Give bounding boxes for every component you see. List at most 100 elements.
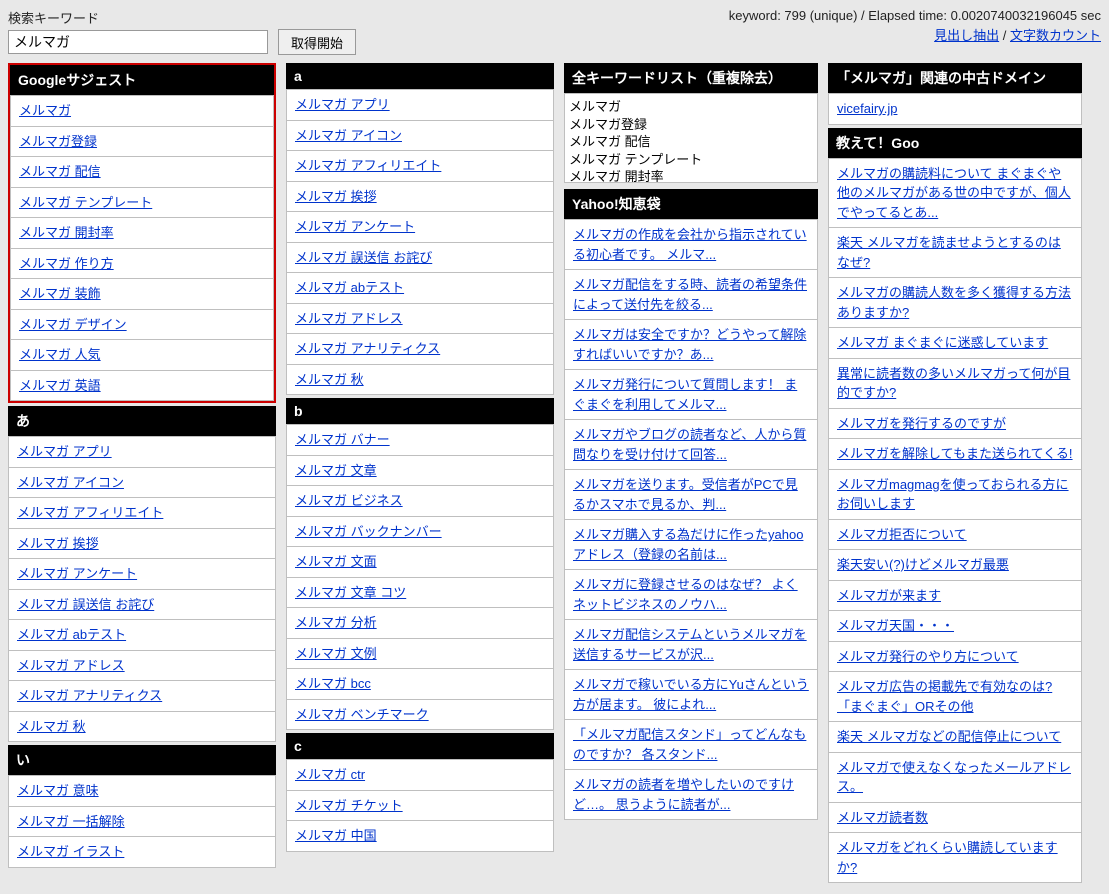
keyword-link[interactable]: メルマガ チケット bbox=[295, 798, 403, 813]
keyword-link[interactable]: メルマガ ビジネス bbox=[295, 493, 403, 508]
keyword-link[interactable]: メルマガで使えなくなったメールアドレス。 bbox=[837, 760, 1071, 795]
list-item: メルマガ 英語 bbox=[10, 371, 274, 402]
keyword-link[interactable]: メルマガ アプリ bbox=[295, 97, 390, 112]
keyword-link[interactable]: メルマガ配信システムというメルマガを送信するサービスが沢... bbox=[573, 627, 807, 662]
keyword-link[interactable]: メルマガ購入する為だけに作ったyahooアドレス（登録の名前は... bbox=[573, 527, 803, 562]
list-item: メルマガ 誤送信 お詫び bbox=[8, 590, 276, 621]
list-item: メルマガの購読人数を多く獲得する方法ありますか? bbox=[828, 278, 1082, 328]
keyword-link[interactable]: メルマガ イラスト bbox=[17, 844, 124, 859]
list-item: メルマガ アイコン bbox=[286, 121, 554, 152]
keyword-link[interactable]: 「メルマガ配信スタンド」ってどんなものですか？ 各スタンド... bbox=[573, 727, 806, 762]
keyword-link[interactable]: メルマガ 中国 bbox=[295, 828, 377, 843]
list-item: メルマガやブログの読者など、人から質問なりを受け付けて回答... bbox=[564, 420, 818, 470]
keyword-link[interactable]: メルマガ まぐまぐに迷惑しています bbox=[837, 335, 1048, 350]
keyword-link[interactable]: メルマガ 秋 bbox=[17, 719, 86, 734]
keyword-link[interactable]: メルマガに登録させるのはなぜ？ よくネットビジネスのノウハ... bbox=[573, 577, 798, 612]
list-item: メルマガの作成を会社から指示されている初心者です。 メルマ... bbox=[564, 219, 818, 270]
keyword-link[interactable]: メルマガ 挨拶 bbox=[295, 189, 377, 204]
keyword-link[interactable]: 楽天 メルマガを読ませようとするのはなぜ? bbox=[837, 235, 1061, 270]
keyword-link[interactable]: メルマガ バックナンバー bbox=[295, 524, 442, 539]
list-item: メルマガ購入する為だけに作ったyahooアドレス（登録の名前は... bbox=[564, 520, 818, 570]
keyword-link[interactable]: メルマガ ctr bbox=[295, 767, 365, 782]
keyword-link[interactable]: メルマガ 人気 bbox=[19, 347, 101, 362]
list-item: メルマガ アナリティクス bbox=[286, 334, 554, 365]
keyword-link[interactable]: メルマガ アイコン bbox=[295, 128, 402, 143]
keyword-link[interactable]: メルマガ アフィリエイト bbox=[295, 158, 441, 173]
keyword-link[interactable]: メルマガ デザイン bbox=[19, 317, 127, 332]
keyword-link[interactable]: メルマガ 誤送信 お詫び bbox=[295, 250, 432, 265]
all-keywords-textarea[interactable] bbox=[564, 93, 818, 183]
keyword-link[interactable]: メルマガを発行するのですが bbox=[837, 416, 1006, 431]
keyword-link[interactable]: メルマガ配信をする時、読者の希望条件によって送付先を絞る... bbox=[573, 277, 807, 312]
keyword-link[interactable]: メルマガ 英語 bbox=[19, 378, 101, 393]
keyword-link[interactable]: 異常に読者数の多いメルマガって何が目的ですか? bbox=[837, 366, 1070, 401]
keyword-link[interactable]: メルマガ アナリティクス bbox=[295, 341, 440, 356]
keyword-link[interactable]: メルマガ abテスト bbox=[17, 627, 126, 642]
keyword-link[interactable]: メルマガmagmagを使っておられる方にお伺いします bbox=[837, 477, 1069, 512]
keyword-link[interactable]: メルマガ アドレス bbox=[17, 658, 125, 673]
keyword-link[interactable]: メルマガやブログの読者など、人から質問なりを受け付けて回答... bbox=[573, 427, 806, 462]
list-item: メルマガ 分析 bbox=[286, 608, 554, 639]
keyword-link[interactable]: メルマガを送ります。受信者がPCで見るかスマホで見るか、判... bbox=[573, 477, 798, 512]
keyword-link[interactable]: メルマガ 配信 bbox=[19, 164, 101, 179]
list-item: メルマガ ベンチマーク bbox=[286, 700, 554, 731]
keyword-link[interactable]: メルマガ 挨拶 bbox=[17, 536, 99, 551]
list-item: メルマガ bcc bbox=[286, 669, 554, 700]
keyword-link[interactable]: メルマガ登録 bbox=[19, 134, 97, 149]
keyword-link[interactable]: メルマガの作成を会社から指示されている初心者です。 メルマ... bbox=[573, 227, 807, 262]
keyword-link[interactable]: メルマガ アフィリエイト bbox=[17, 505, 163, 520]
keyword-link[interactable]: メルマガが来ます bbox=[837, 588, 941, 603]
keyword-link[interactable]: メルマガ アプリ bbox=[17, 444, 112, 459]
keyword-link[interactable]: メルマガ アンケート bbox=[295, 219, 415, 234]
link-charcount[interactable]: 文字数カウント bbox=[1010, 28, 1101, 43]
keyword-link[interactable]: メルマガ天国・・・ bbox=[837, 618, 954, 633]
list-item: 「メルマガ配信スタンド」ってどんなものですか？ 各スタンド... bbox=[564, 720, 818, 770]
keyword-link[interactable]: vicefairy.jp bbox=[837, 101, 897, 116]
keyword-link[interactable]: メルマガ発行について質問します！ まぐまぐを利用してメルマ... bbox=[573, 377, 797, 412]
list-item: メルマガ 秋 bbox=[8, 712, 276, 743]
keyword-link[interactable]: メルマガを解除してもまた送られてくる! bbox=[837, 446, 1073, 461]
list-item: メルマガを発行するのですが bbox=[828, 409, 1082, 440]
keyword-link[interactable]: メルマガ アンケート bbox=[17, 566, 137, 581]
list-item: 楽天安い(?)けどメルマガ最悪 bbox=[828, 550, 1082, 581]
search-label: 検索キーワード bbox=[8, 8, 356, 27]
keyword-link[interactable]: メルマガ ベンチマーク bbox=[295, 707, 429, 722]
keyword-link[interactable]: メルマガ 意味 bbox=[17, 783, 99, 798]
keyword-link[interactable]: メルマガの購読料について まぐまぐや他のメルマガがある世の中ですが、個人でやって… bbox=[837, 166, 1071, 220]
keyword-link[interactable]: メルマガは安全ですか？どうやって解除すればいいですか？あ... bbox=[573, 327, 806, 362]
keyword-link[interactable]: メルマガ 一括解除 bbox=[17, 814, 125, 829]
keyword-link[interactable]: メルマガの読者を増やしたいのですけど…。 思うように読者が... bbox=[573, 777, 794, 812]
keyword-link[interactable]: 楽天 メルマガなどの配信停止について bbox=[837, 729, 1061, 744]
keyword-link[interactable]: メルマガ アイコン bbox=[17, 475, 124, 490]
keyword-link[interactable]: メルマガ 分析 bbox=[295, 615, 377, 630]
keyword-link[interactable]: メルマガをどれくらい購読していますか? bbox=[837, 840, 1058, 875]
keyword-link[interactable]: メルマガ bcc bbox=[295, 676, 371, 691]
keyword-link[interactable]: メルマガ アドレス bbox=[295, 311, 403, 326]
list-item: メルマガ イラスト bbox=[8, 837, 276, 868]
keyword-link[interactable]: 楽天安い(?)けどメルマガ最悪 bbox=[837, 557, 1009, 572]
keyword-link[interactable]: メルマガ 文章 コツ bbox=[295, 585, 406, 600]
keyword-link[interactable]: メルマガ 誤送信 お詫び bbox=[17, 597, 154, 612]
keyword-link[interactable]: メルマガ 秋 bbox=[295, 372, 364, 387]
keyword-link[interactable]: メルマガ bbox=[19, 103, 71, 118]
list-item: メルマガ登録 bbox=[10, 127, 274, 158]
keyword-link[interactable]: メルマガ テンプレート bbox=[19, 195, 152, 210]
keyword-link[interactable]: メルマガ拒否について bbox=[837, 527, 967, 542]
keyword-link[interactable]: メルマガ アナリティクス bbox=[17, 688, 162, 703]
search-input[interactable] bbox=[8, 30, 268, 54]
keyword-link[interactable]: メルマガ 装飾 bbox=[19, 286, 101, 301]
link-headline-extract[interactable]: 見出し抽出 bbox=[934, 28, 999, 43]
keyword-link[interactable]: メルマガ 文面 bbox=[295, 554, 377, 569]
keyword-link[interactable]: メルマガ 文例 bbox=[295, 646, 377, 661]
keyword-link[interactable]: メルマガ 作り方 bbox=[19, 256, 114, 271]
keyword-link[interactable]: メルマガ発行のやり方について bbox=[837, 649, 1019, 664]
keyword-link[interactable]: メルマガ読者数 bbox=[837, 810, 928, 825]
keyword-link[interactable]: メルマガ バナー bbox=[295, 432, 390, 447]
keyword-link[interactable]: メルマガ 開封率 bbox=[19, 225, 114, 240]
keyword-link[interactable]: メルマガ 文章 bbox=[295, 463, 377, 478]
keyword-link[interactable]: メルマガ広告の掲載先で有効なのは?「まぐまぐ」ORその他 bbox=[837, 679, 1052, 714]
keyword-link[interactable]: メルマガ abテスト bbox=[295, 280, 404, 295]
keyword-link[interactable]: メルマガの購読人数を多く獲得する方法ありますか? bbox=[837, 285, 1071, 320]
start-button[interactable]: 取得開始 bbox=[278, 29, 356, 55]
keyword-link[interactable]: メルマガで稼いでいる方にYuさんという方が居ます。 彼によれ... bbox=[573, 677, 809, 712]
